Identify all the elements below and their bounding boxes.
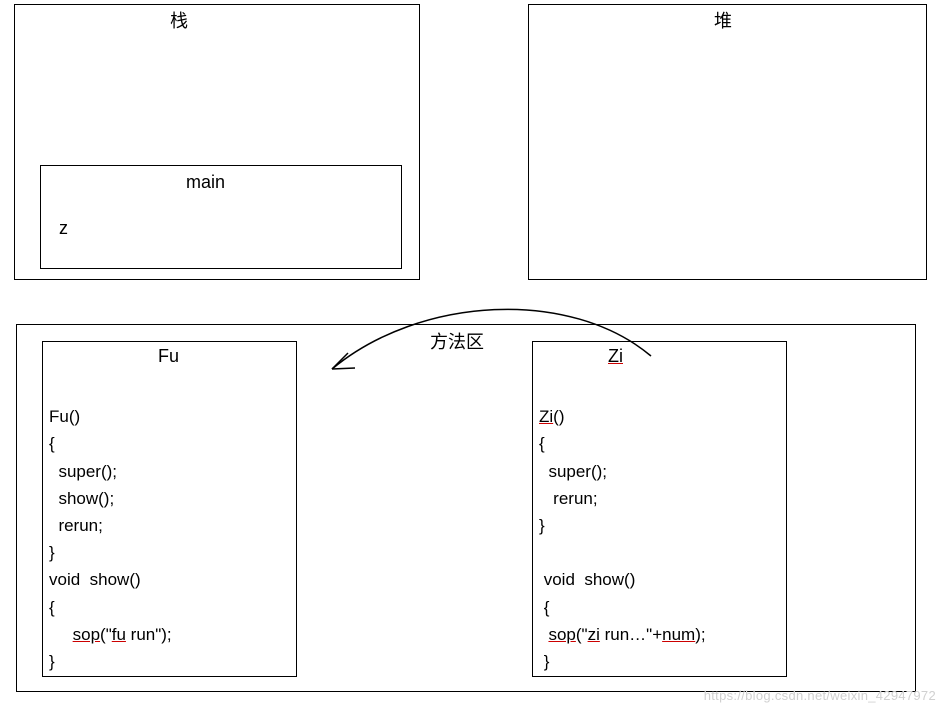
zi-line: void show() [539, 570, 635, 589]
fu-class-box: Fu Fu() { super(); show(); rerun; } void… [42, 341, 297, 677]
zi-line: { [539, 598, 549, 617]
zi-code: Zi() { super(); rerun; } void show() { s… [539, 376, 706, 702]
zi-line: { [539, 434, 545, 453]
zi-title: Zi [608, 346, 623, 367]
stack-frame-main: main z [40, 165, 402, 269]
zi-line: } [539, 652, 549, 671]
fu-title: Fu [158, 346, 179, 367]
fu-line: } [49, 543, 55, 562]
method-area-title: 方法区 [430, 328, 484, 354]
heap-title: 堆 [714, 7, 732, 33]
zi-class-box: Zi Zi() { super(); rerun; } void show() … [532, 341, 787, 677]
fu-line: show(); [49, 489, 114, 508]
zi-line: } [539, 516, 545, 535]
fu-line: rerun; [49, 516, 103, 535]
fu-line: { [49, 598, 55, 617]
fu-line: Fu() [49, 407, 80, 426]
heap-box: 堆 [528, 4, 927, 280]
zi-line: super(); [539, 462, 607, 481]
zi-line: rerun; [539, 489, 598, 508]
fu-line: super(); [49, 462, 117, 481]
fu-line: { [49, 434, 55, 453]
main-label: main [186, 172, 225, 193]
stack-title: 栈 [170, 7, 188, 33]
fu-code: Fu() { super(); show(); rerun; } void sh… [49, 376, 172, 702]
fu-line: void show() [49, 570, 141, 589]
zi-line: Zi() [539, 407, 565, 426]
watermark: https://blog.csdn.net/weixin_42947972 [704, 688, 936, 703]
z-variable: z [59, 218, 68, 239]
fu-line: sop("fu run"); [49, 625, 172, 644]
zi-line: sop("zi run…"+num); [539, 625, 706, 644]
fu-line: } [49, 652, 55, 671]
